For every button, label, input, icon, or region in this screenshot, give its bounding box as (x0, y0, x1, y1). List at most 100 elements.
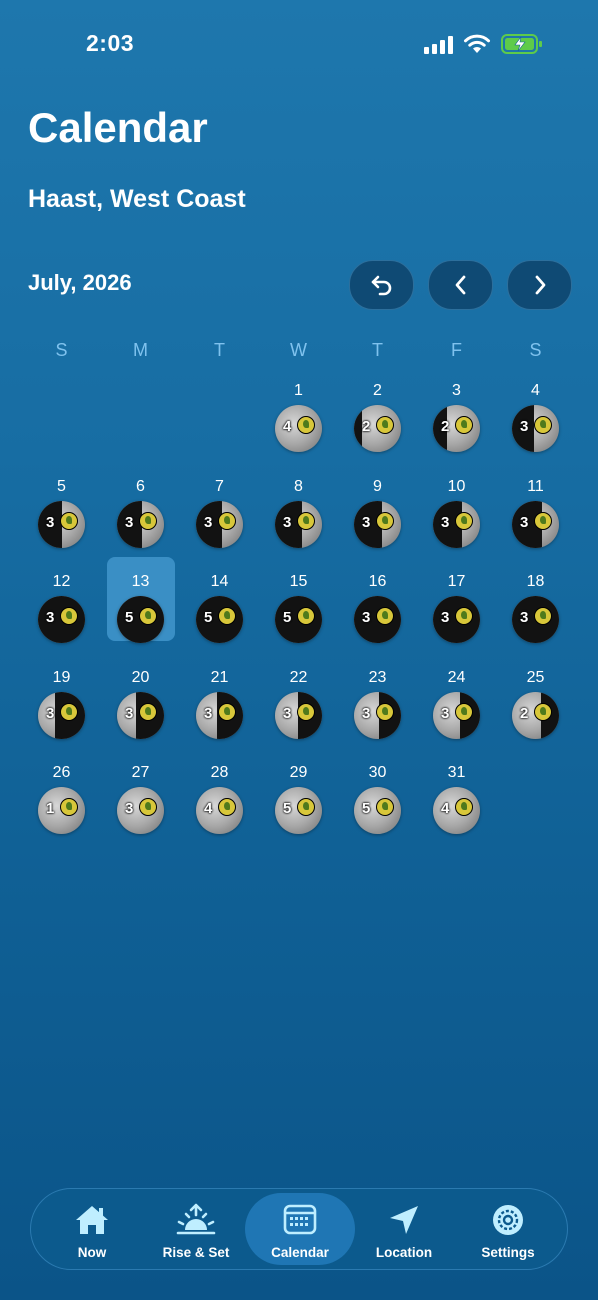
fish-badge-icon (455, 607, 473, 625)
fishing-rating: 2 (441, 418, 450, 435)
day-number: 22 (289, 668, 308, 686)
day-number: 21 (210, 668, 229, 686)
weekday-label: F (451, 340, 462, 360)
tab-settings-label: Settings (481, 1245, 535, 1260)
weekday-label: W (290, 340, 307, 360)
fish-badge-icon (297, 607, 315, 625)
tab-calendar[interactable]: Calendar (245, 1193, 355, 1265)
fishing-rating: 1 (46, 800, 55, 817)
calendar-day[interactable]: 43 (496, 372, 575, 467)
fish-badge-icon (376, 511, 394, 530)
calendar-day[interactable]: 11 3 (496, 468, 575, 563)
cellular-signal-icon (424, 36, 454, 54)
day-number: 8 (294, 477, 303, 495)
day-number: 27 (131, 764, 150, 781)
fish-badge-icon (139, 607, 157, 625)
calendar-day[interactable]: 19 3 (22, 659, 101, 754)
fish-badge-icon (218, 607, 236, 625)
fish-badge-icon (139, 798, 157, 816)
page-title: Calendar (28, 104, 208, 151)
fishing-rating: 3 (46, 513, 55, 531)
calendar-day[interactable]: 32 (417, 372, 496, 467)
weekday-label: S (55, 340, 68, 360)
weekday-label: T (214, 340, 225, 360)
fishing-rating: 3 (204, 513, 213, 531)
calendar-day[interactable]: 12 3 (22, 563, 101, 658)
day-number: 26 (52, 764, 71, 781)
chevron-right-icon (535, 275, 545, 295)
fish-badge-icon (60, 607, 78, 625)
fish-badge-icon (534, 607, 552, 625)
fishing-rating: 3 (441, 513, 450, 531)
calendar-day[interactable]: 15 5 (259, 563, 338, 658)
fishing-rating: 5 (283, 609, 292, 626)
month-label: July, 2026 (28, 270, 132, 295)
fishing-rating: 3 (362, 704, 371, 722)
weekday-label: S (529, 340, 542, 360)
sunrise-icon (176, 1203, 216, 1235)
fish-badge-icon (60, 702, 78, 721)
calendar-day[interactable]: 27 3 (101, 754, 180, 849)
fish-badge-icon (534, 511, 552, 530)
calendar-day[interactable]: 24 3 (417, 659, 496, 754)
fish-badge-icon (376, 702, 394, 721)
calendar-day[interactable]: 17 3 (417, 563, 496, 658)
day-number: 16 (368, 573, 387, 590)
fish-badge-icon (297, 511, 315, 530)
day-number: 23 (368, 668, 387, 686)
tab-bar: Now Rise & Set Calendar Location Setting… (30, 1188, 568, 1270)
calendar-day[interactable]: 20 3 (101, 659, 180, 754)
calendar-day[interactable]: 53 (22, 468, 101, 563)
day-number: 24 (447, 668, 466, 686)
day-number: 13 (131, 573, 150, 590)
fish-badge-icon (455, 511, 473, 530)
status-bar: 2:03 (0, 0, 598, 90)
fishing-rating: 4 (283, 418, 292, 435)
tab-rise-set-label: Rise & Set (162, 1245, 230, 1260)
calendar-day[interactable]: 31 4 (417, 754, 496, 849)
calendar-day[interactable]: 18 3 (496, 563, 575, 658)
fishing-rating: 3 (125, 513, 134, 531)
calendar-day[interactable]: 14 5 (180, 563, 259, 658)
fish-badge-icon (376, 798, 394, 816)
home-icon (76, 1206, 108, 1234)
day-number: 5 (57, 477, 66, 495)
tab-rise-set[interactable]: Rise & Set (141, 1193, 251, 1265)
calendar-day[interactable]: 21 3 (180, 659, 259, 754)
calendar-day[interactable]: 23 3 (338, 659, 417, 754)
fishing-rating: 3 (283, 704, 292, 722)
calendar-day[interactable]: 13 5 (101, 557, 180, 658)
today-reset-button[interactable] (349, 260, 414, 310)
fishing-rating: 2 (362, 418, 371, 435)
fish-badge-icon (60, 798, 78, 816)
previous-month-button[interactable] (428, 260, 493, 310)
calendar-day[interactable]: 73 (180, 468, 259, 563)
tab-settings[interactable]: Settings (453, 1193, 563, 1265)
calendar-day[interactable]: 10 3 (417, 468, 496, 563)
fishing-rating: 3 (204, 704, 213, 722)
calendar-day[interactable]: 83 (259, 468, 338, 563)
fish-badge-icon (139, 511, 157, 530)
day-number: 31 (447, 764, 466, 781)
calendar-day[interactable]: 30 5 (338, 754, 417, 849)
battery-charging-icon (501, 34, 542, 54)
calendar-day[interactable]: 16 3 (338, 563, 417, 658)
calendar-day[interactable]: 26 1 (22, 754, 101, 849)
fishing-rating: 5 (204, 609, 213, 626)
fishing-rating: 3 (283, 513, 292, 531)
calendar-day[interactable]: 28 4 (180, 754, 259, 849)
tab-location[interactable]: Location (349, 1193, 459, 1265)
calendar-day[interactable]: 22 (338, 372, 417, 467)
calendar-day[interactable]: 22 3 (259, 659, 338, 754)
calendar-day[interactable]: 93 (338, 468, 417, 563)
calendar-day[interactable]: 63 (101, 468, 180, 563)
day-number: 29 (289, 764, 308, 781)
fish-badge-icon (534, 702, 552, 721)
tab-now[interactable]: Now (37, 1193, 147, 1265)
day-number: 4 (531, 382, 540, 399)
undo-icon (371, 275, 391, 296)
next-month-button[interactable] (507, 260, 572, 310)
calendar-day[interactable]: 25 2 (496, 659, 575, 754)
calendar-day[interactable]: 29 5 (259, 754, 338, 849)
calendar-day[interactable]: 14 (259, 372, 338, 467)
